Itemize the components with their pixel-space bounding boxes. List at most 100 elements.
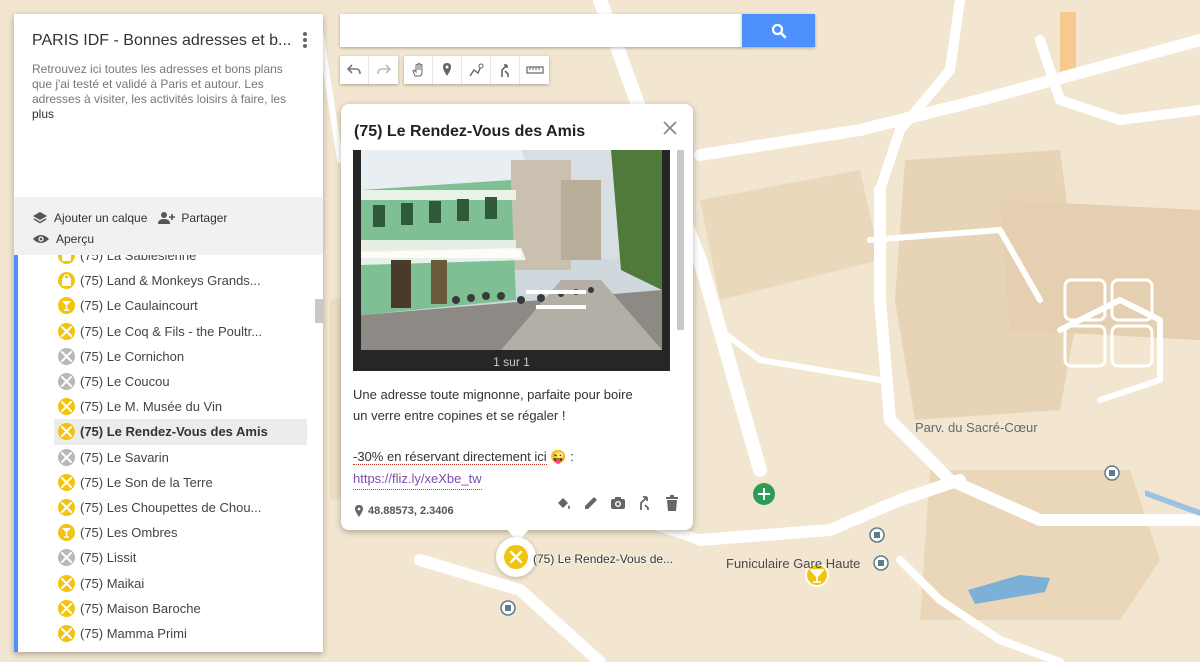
dot: [303, 32, 307, 36]
restaurant-icon: [58, 473, 75, 491]
measure-button[interactable]: [520, 56, 549, 84]
list-item[interactable]: (75) Le Coq & Fils - the Poultr...: [54, 319, 307, 344]
draw-line-icon: [469, 63, 484, 77]
camera-icon: [611, 497, 625, 509]
add-layer-button[interactable]: Ajouter un calque: [32, 207, 147, 228]
restaurant-icon: [58, 347, 75, 365]
directions-button[interactable]: [491, 56, 520, 84]
panel-scrollbar[interactable]: [315, 299, 323, 323]
list-item[interactable]: (75) Le Coucou: [54, 369, 307, 394]
list-item[interactable]: (75) La Sablésienne: [54, 255, 307, 268]
share-button[interactable]: Partager: [157, 207, 227, 228]
restaurant-icon: [58, 624, 75, 642]
list-item-label: (75) Les Ombres: [80, 525, 178, 541]
photo-viewer[interactable]: 1 sur 1: [353, 150, 670, 371]
draw-line-button[interactable]: [462, 56, 491, 84]
redo-button[interactable]: [369, 56, 398, 84]
close-button[interactable]: [663, 121, 679, 137]
preview-button[interactable]: Aperçu: [32, 228, 305, 249]
panel-header: PARIS IDF - Bonnes adresses et b... Retr…: [14, 14, 323, 197]
pan-tool-button[interactable]: [404, 56, 433, 84]
coordinates-value: 48.88573, 2.3406: [368, 505, 454, 517]
restaurant-icon: [58, 599, 75, 617]
list-item[interactable]: (75) Land & Monkeys Grands...: [54, 268, 307, 293]
restaurant-marker-icon: [504, 545, 528, 569]
ruler-icon: [525, 66, 544, 74]
list-item[interactable]: (75) Le Caulaincourt: [54, 293, 307, 318]
list-item[interactable]: (75) Les Ombres: [54, 520, 307, 545]
list-item[interactable]: (75) Le Cornichon: [54, 344, 307, 369]
list-item-label: (75) Land & Monkeys Grands...: [80, 273, 261, 289]
dot: [303, 38, 307, 42]
search-input[interactable]: [340, 14, 743, 47]
cocktail-icon: [58, 297, 75, 315]
map-legend-panel: PARIS IDF - Bonnes adresses et b... Retr…: [14, 14, 323, 652]
map-label-funiculaire: Funiculaire Gare Haute: [726, 556, 861, 571]
list-item[interactable]: (75) Mamma Primi: [54, 621, 307, 646]
redo-icon: [376, 64, 391, 75]
list-item-label: (75) Le M. Musée du Vin: [80, 399, 223, 415]
panel-actions: Ajouter un calque Partager Aperçu: [14, 197, 323, 255]
info-scrollbar[interactable]: [677, 150, 684, 330]
paint-bucket-icon: [558, 498, 570, 509]
list-item[interactable]: (75) Le Savarin: [54, 445, 307, 470]
style-button[interactable]: [555, 494, 573, 512]
bag-icon: [58, 272, 75, 290]
restaurant-icon: [58, 423, 75, 441]
undo-redo-group: [340, 56, 398, 84]
map-toolbar: [340, 56, 549, 84]
list-item-label: (75) Maison Baroche: [80, 600, 201, 616]
map-description-text: Retrouvez ici toutes les adresses et bon…: [32, 62, 287, 106]
promo-link[interactable]: https://fliz.ly/xeXbe_tw: [353, 468, 482, 490]
directions-button-info[interactable]: [636, 494, 654, 512]
list-item[interactable]: (75) Maikai: [54, 570, 307, 595]
description-line-2: un verre entre copines et se régaler !: [353, 408, 566, 423]
list-item-label: (75) Le Son de la Terre: [80, 474, 213, 490]
preview-label: Aperçu: [56, 231, 95, 246]
trash-icon: [666, 495, 678, 511]
undo-icon: [346, 64, 361, 75]
list-item-label: (75) Le Savarin: [80, 449, 169, 465]
map-description: Retrouvez ici toutes les adresses et bon…: [32, 62, 305, 122]
list-item-label: (75) Le Coucou: [80, 374, 170, 390]
edit-button[interactable]: [582, 494, 600, 512]
list-item[interactable]: (75) Les Choupettes de Chou...: [54, 495, 307, 520]
cocktail-icon: [58, 524, 75, 542]
dot: [303, 44, 307, 48]
restaurant-icon: [58, 322, 75, 340]
delete-button[interactable]: [663, 494, 681, 512]
selected-marker-label: (75) Le Rendez-Vous de...: [533, 552, 674, 566]
list-item[interactable]: (75) Le Rendez-Vous des Amis: [54, 419, 307, 445]
promo-text: -30% en réservant directement ici 😜 :: [353, 446, 574, 467]
coordinates: 48.88573, 2.3406: [355, 505, 454, 517]
list-item[interactable]: (75) Maison Baroche: [54, 596, 307, 621]
map-title[interactable]: PARIS IDF - Bonnes adresses et b...: [32, 32, 305, 50]
list-item-label: (75) Le Rendez-Vous des Amis: [80, 424, 268, 440]
list-item-label: (75) Maikai: [80, 575, 145, 591]
bag-icon: [58, 255, 75, 265]
tool-group: [404, 56, 549, 84]
list-item[interactable]: (75) Le M. Musée du Vin: [54, 394, 307, 419]
winking-face-icon: 😜: [550, 449, 567, 464]
add-marker-button[interactable]: [433, 56, 462, 84]
restaurant-icon: [58, 498, 75, 516]
layers-icon: [33, 211, 47, 223]
promo-suffix: :: [566, 449, 574, 464]
list-item-label: (75) Le Caulaincourt: [80, 298, 198, 314]
undo-button[interactable]: [340, 56, 369, 84]
eye-icon: [33, 234, 49, 243]
close-icon: [663, 121, 677, 135]
list-item-label: (75) Lissit: [80, 550, 137, 566]
add-photo-button[interactable]: [609, 494, 627, 512]
list-item[interactable]: (75) Le Son de la Terre: [54, 470, 307, 495]
list-item[interactable]: (75) Lissit: [54, 545, 307, 570]
more-link[interactable]: plus: [32, 107, 54, 121]
description-line-1: Une adresse toute mignonne, parfaite pou…: [353, 387, 633, 402]
more-options-button[interactable]: [301, 32, 309, 50]
search-button[interactable]: [742, 14, 815, 47]
list-item-label: (75) Mamma Primi: [80, 625, 187, 641]
selected-place-marker[interactable]: [496, 537, 536, 577]
map-label-sacre-coeur: Parv. du Sacré-Cœur: [915, 420, 1038, 435]
promo-label: -30% en réservant directement ici: [353, 449, 547, 465]
add-layer-label: Ajouter un calque: [54, 210, 148, 225]
